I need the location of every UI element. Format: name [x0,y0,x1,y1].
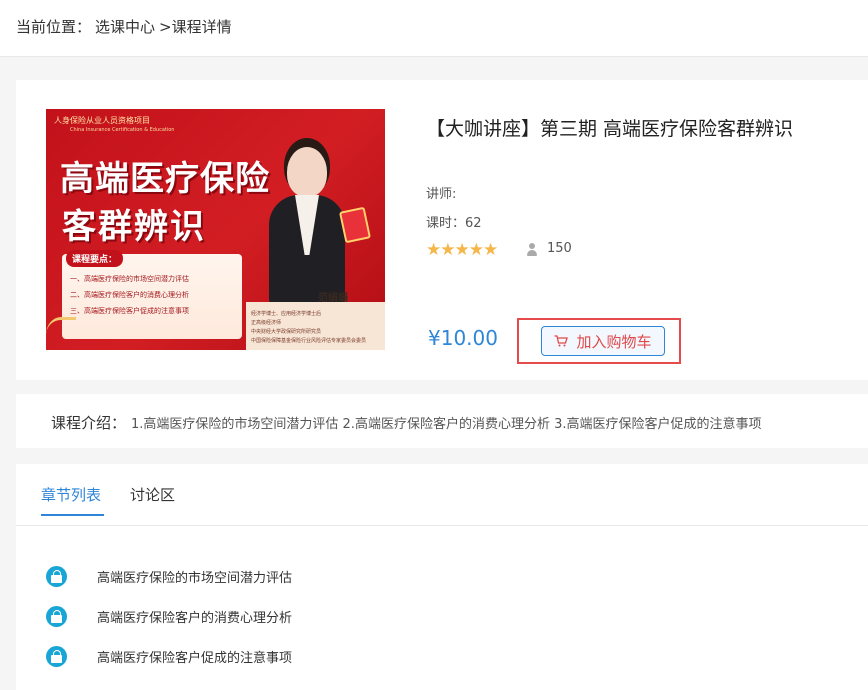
breadcrumb-prefix: 当前位置： [16,18,92,36]
cover-credential: 经济学博士、应用经济学博士后 [251,311,322,317]
breadcrumb: 当前位置： 选课中心 >课程详情 [16,16,236,37]
cover-keypoint: 一、高端医疗保险的市场空间潜力评估 [70,275,189,283]
tab-divider [16,525,868,526]
red-envelope-icon [338,206,372,244]
course-intro: 课程介绍： 1.高端医疗保险的市场空间潜力评估 2.高端医疗保险客户的消费心理分… [16,394,868,448]
intro-text: 1.高端医疗保险的市场空间潜力评估 2.高端医疗保险客户的消费心理分析 3.高端… [131,417,762,432]
lesson-count: 课时：62 [426,216,482,231]
lecturer-label: 讲师: [426,187,457,202]
chapter-item[interactable]: 高端医疗保险客户促成的注意事项 [46,645,292,667]
chapter-title: 高端医疗保险客户的消费心理分析 [97,610,293,626]
shopping-cart-icon [554,335,569,347]
add-to-cart-label: 加入购物车 [576,332,652,351]
cover-keypoint: 二、高端医疗保险客户的消费心理分析 [70,291,189,299]
cover-keypoints: 课程要点： 一、高端医疗保险的市场空间潜力评估 二、高端医疗保险客户的消费心理分… [62,250,242,339]
breadcrumb-bar: 当前位置： 选课中心 >课程详情 [0,0,868,57]
chapter-item[interactable]: 高端医疗保险客户的消费心理分析 [46,605,292,627]
rating-stars: ★★★★★ [426,240,499,260]
student-count: 150 [527,241,572,256]
add-to-cart-button[interactable]: 加入购物车 [541,326,665,356]
star-icon: ★ [468,240,484,260]
chapter-title: 高端医疗保险客户促成的注意事项 [97,650,293,666]
course-price: ¥10.00 [428,326,498,350]
star-icon: ★ [440,240,456,260]
cover-brand: 人身保险从业人员资格项目 [54,116,150,125]
chapter-item[interactable]: 高端医疗保险的市场空间潜力评估 [46,565,292,587]
course-title: 【大咖讲座】第三期 高端医疗保险客群辨识 [426,118,794,140]
course-cover-image[interactable]: 人身保险从业人员资格项目 China Insurance Certificati… [46,109,385,350]
tab-discussion[interactable]: 讨论区 [130,484,175,505]
speaker-head [287,147,327,197]
breadcrumb-item-course-center[interactable]: 选课中心 [95,18,155,36]
user-icon [527,242,537,256]
cart-button-highlight: 加入购物车 [517,318,681,364]
tab-chapter-list[interactable]: 章节列表 [41,484,101,505]
active-tab-indicator [41,514,104,516]
cover-headline-line1: 高端医疗保险 [60,159,270,199]
star-icon: ★ [454,240,470,260]
cover-brand-en: China Insurance Certification & Educatio… [70,127,175,133]
lock-icon [46,605,67,627]
cover-credential: 中央财经大学政保研究所研究员 [251,329,322,335]
cover-keypoint: 三、高端医疗保险客户促成的注意事项 [70,307,189,315]
cover-keypoints-title: 课程要点： [66,250,124,267]
star-icon: ★ [483,240,499,260]
cover-headline-line2: 客群辨识 [62,207,206,247]
lock-icon [46,565,67,587]
cover-speaker-name: 范娟娟 [318,293,348,304]
cover-credential: 中国保险保障基金保险行业风险评估专家委员会委员 [251,338,367,344]
speaker-portrait [261,147,351,307]
chapter-panel: 章节列表 讨论区 高端医疗保险的市场空间潜力评估 高端医疗保险客户的消费心理分析… [16,464,868,690]
cover-decoration [46,317,76,350]
breadcrumb-item-course-detail: >课程详情 [159,18,232,36]
lock-icon [46,645,67,667]
cover-credential: 正高级经济师 [251,320,282,326]
intro-label: 课程介绍： [51,414,127,432]
student-count-value: 150 [547,241,572,256]
course-card: 人身保险从业人员资格项目 China Insurance Certificati… [16,80,868,380]
chapter-title: 高端医疗保险的市场空间潜力评估 [97,570,293,586]
star-icon: ★ [426,240,442,260]
